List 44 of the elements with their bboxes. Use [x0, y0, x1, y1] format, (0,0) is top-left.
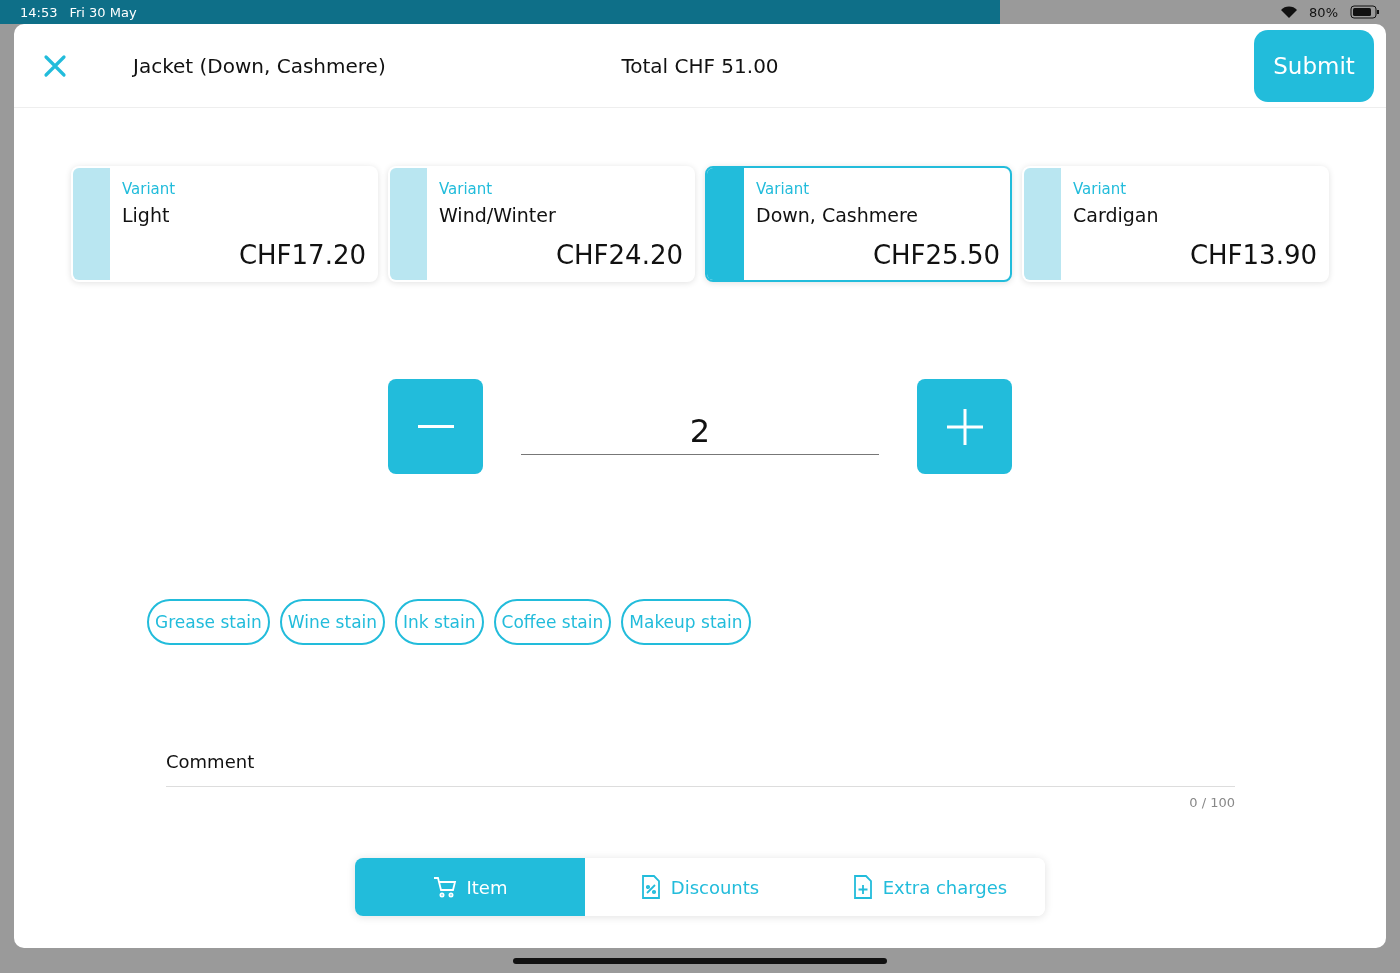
variant-card[interactable]: Variant Wind/Winter CHF24.20 — [388, 166, 695, 282]
tab[interactable]: Item — [355, 858, 585, 916]
document-plus-icon — [852, 875, 873, 899]
document-percent-icon — [640, 875, 661, 899]
submit-button[interactable]: Submit — [1254, 29, 1374, 102]
stain-chip[interactable]: Grease stain — [147, 599, 270, 645]
comment-label: Comment — [166, 751, 255, 772]
tab[interactable]: Discounts — [585, 858, 815, 916]
close-button[interactable] — [42, 52, 68, 79]
stain-chip[interactable]: Makeup stain — [621, 599, 751, 645]
variant-card[interactable]: Variant Down, Cashmere CHF25.50 — [705, 166, 1012, 282]
stain-chip[interactable]: Wine stain — [279, 599, 386, 645]
item-title: Jacket (Down, Cashmere) — [133, 53, 386, 78]
variant-price: CHF25.50 — [872, 240, 1000, 270]
variant-label: Variant — [756, 180, 811, 198]
variant-name: Wind/Winter — [439, 204, 557, 226]
variant-card[interactable]: Variant Light CHF17.20 — [71, 166, 378, 282]
character-counter: 0 / 100 — [1189, 795, 1235, 810]
variant-card[interactable]: Variant Cardigan CHF13.90 — [1022, 166, 1329, 282]
total-price: Total CHF 51.00 — [621, 53, 779, 78]
plus-icon — [946, 408, 983, 445]
stain-chip[interactable]: Ink stain — [395, 599, 484, 645]
variant-label: Variant — [1073, 180, 1128, 198]
cart-icon — [432, 876, 457, 898]
battery-percent: 80% — [1309, 4, 1338, 20]
comment-field[interactable]: Comment — [166, 749, 1235, 787]
variant-name: Cardigan — [1073, 204, 1160, 226]
variant-name: Down, Cashmere — [756, 204, 920, 226]
variant-price: CHF17.20 — [238, 240, 366, 270]
stain-chip[interactable]: Coffee stain — [493, 599, 612, 645]
battery-icon — [1350, 5, 1380, 19]
variant-price: CHF13.90 — [1189, 240, 1317, 270]
minus-button[interactable] — [388, 379, 483, 474]
tab[interactable]: Extra charges — [815, 858, 1045, 916]
wifi-icon — [1281, 6, 1298, 18]
status-date: Fri 30 May — [69, 4, 137, 20]
quantity-field[interactable]: 2 — [521, 398, 879, 455]
status-time: 14:53 — [20, 4, 58, 20]
variant-name: Light — [122, 204, 171, 226]
variant-price: CHF24.20 — [555, 240, 683, 270]
plus-button[interactable] — [917, 379, 1012, 474]
variant-label: Variant — [439, 180, 494, 198]
minus-icon — [417, 424, 454, 429]
variant-label: Variant — [122, 180, 177, 198]
